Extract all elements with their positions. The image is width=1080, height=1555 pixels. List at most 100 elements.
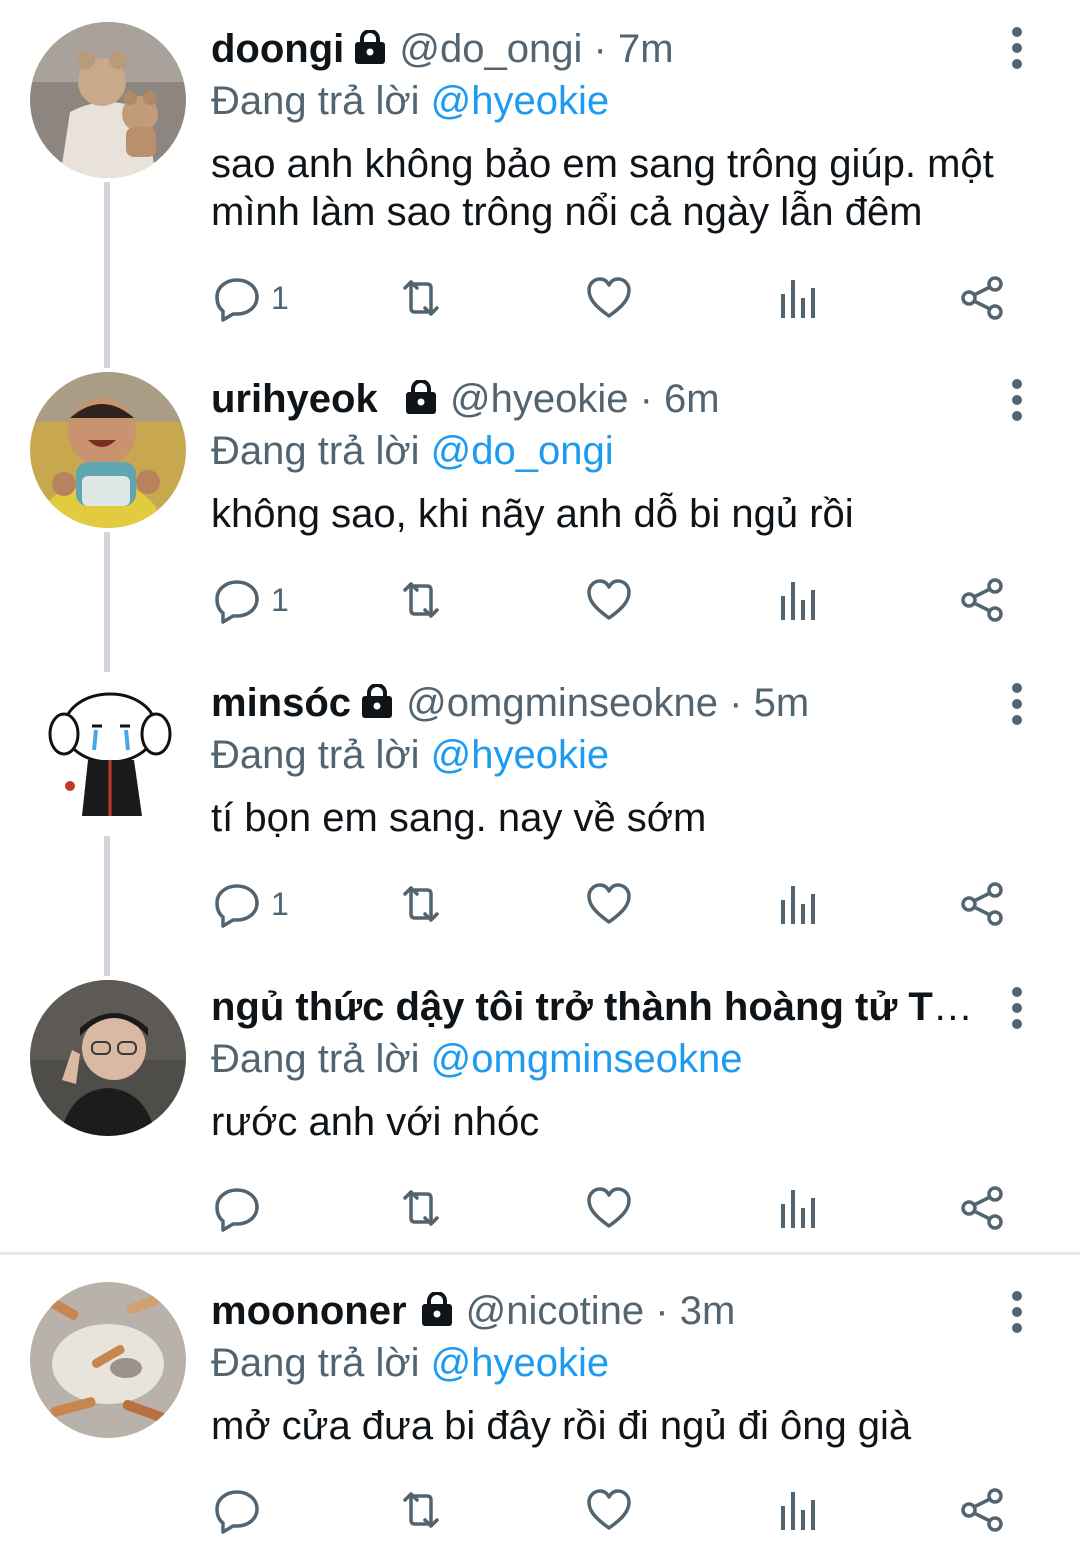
avatar[interactable] bbox=[30, 1282, 186, 1438]
reply-icon bbox=[215, 1188, 259, 1232]
reply-button[interactable]: 1 bbox=[213, 878, 289, 930]
action-bar: 1 bbox=[211, 272, 1011, 324]
reply-button[interactable] bbox=[213, 1182, 271, 1234]
share-icon bbox=[961, 1186, 1003, 1230]
more-button[interactable] bbox=[1002, 1288, 1032, 1336]
replying-to: Đang trả lời @omgminseokne bbox=[211, 1036, 1020, 1082]
views-button[interactable] bbox=[773, 574, 821, 626]
tweet-text: rước anh với nhóc bbox=[211, 1100, 540, 1144]
views-button[interactable] bbox=[773, 878, 821, 930]
display-name[interactable]: moononer bbox=[211, 1289, 407, 1333]
avatar[interactable] bbox=[30, 676, 186, 832]
views-icon bbox=[781, 886, 815, 924]
display-name[interactable]: ngủ thức dậy tôi trở thành hoàng tử T1..… bbox=[211, 985, 981, 1029]
more-icon bbox=[1012, 379, 1022, 421]
reply-button[interactable]: 1 bbox=[213, 272, 289, 324]
views-button[interactable] bbox=[773, 1484, 821, 1536]
more-button[interactable] bbox=[1002, 984, 1032, 1032]
lock-icon bbox=[355, 30, 386, 64]
retweet-icon bbox=[403, 886, 439, 922]
share-button[interactable] bbox=[959, 878, 1007, 930]
replying-prefix: Đang trả lời bbox=[211, 733, 420, 777]
share-icon bbox=[961, 1488, 1003, 1532]
replying-to: Đang trả lời @do_ongi bbox=[211, 428, 1020, 474]
tweet-text: sao anh không bảo em sang trông giúp. mộ… bbox=[211, 142, 994, 234]
timestamp[interactable]: 5m bbox=[754, 681, 810, 725]
views-icon bbox=[781, 1190, 815, 1228]
mention-link[interactable]: @omgminseokne bbox=[431, 1037, 743, 1081]
thread-line bbox=[104, 182, 110, 368]
like-button[interactable] bbox=[585, 1484, 633, 1536]
mention-link[interactable]: @hyeokie bbox=[431, 1341, 609, 1385]
like-button[interactable] bbox=[585, 878, 633, 930]
views-button[interactable] bbox=[773, 1182, 821, 1234]
avatar-image bbox=[30, 22, 186, 178]
handle[interactable]: @omgminseokne bbox=[406, 681, 718, 725]
display-name[interactable]: doongi bbox=[211, 27, 344, 71]
avatar[interactable] bbox=[30, 372, 186, 528]
tweet-header: minsóc @omgminseokne · 5m bbox=[211, 680, 1020, 726]
retweet-button[interactable] bbox=[397, 1484, 445, 1536]
timestamp[interactable]: 7m bbox=[618, 27, 674, 71]
share-button[interactable] bbox=[959, 1484, 1007, 1536]
replying-prefix: Đang trả lời bbox=[211, 1341, 420, 1385]
avatar-image bbox=[30, 1282, 186, 1438]
reply-icon bbox=[215, 1490, 259, 1534]
timestamp[interactable]: 3m bbox=[680, 1289, 736, 1333]
avatar-image bbox=[30, 372, 186, 528]
more-button[interactable] bbox=[1002, 680, 1032, 728]
handle[interactable]: @hyeokie bbox=[450, 377, 628, 421]
reply-icon bbox=[215, 580, 259, 624]
like-button[interactable] bbox=[585, 574, 633, 626]
more-icon bbox=[1012, 27, 1022, 69]
tweet-header: moononer @nicotine · 3m bbox=[211, 1288, 1020, 1334]
replying-prefix: Đang trả lời bbox=[211, 1037, 420, 1081]
separator: · bbox=[729, 681, 743, 725]
separator: · bbox=[639, 377, 653, 421]
replying-prefix: Đang trả lời bbox=[211, 429, 420, 473]
retweet-button[interactable] bbox=[397, 878, 445, 930]
like-icon bbox=[587, 579, 631, 620]
share-button[interactable] bbox=[959, 574, 1007, 626]
mention-link[interactable]: @do_ongi bbox=[431, 429, 614, 473]
like-button[interactable] bbox=[585, 272, 633, 324]
mention-link[interactable]: @hyeokie bbox=[431, 79, 609, 123]
separator: · bbox=[655, 1289, 669, 1333]
lock-icon bbox=[362, 684, 393, 718]
handle[interactable]: @do_ongi bbox=[399, 27, 582, 71]
display-name[interactable]: minsóc bbox=[211, 681, 351, 725]
share-icon bbox=[961, 882, 1003, 926]
retweet-icon bbox=[403, 280, 439, 316]
tweet-header: doongi @do_ongi · 7m bbox=[211, 26, 1020, 72]
views-button[interactable] bbox=[773, 272, 821, 324]
reply-count: 1 bbox=[271, 279, 289, 316]
replying-prefix: Đang trả lời bbox=[211, 79, 420, 123]
action-bar: 1 bbox=[211, 574, 1011, 626]
handle[interactable]: @nicotine bbox=[466, 1289, 644, 1333]
like-button[interactable] bbox=[585, 1182, 633, 1234]
display-name[interactable]: urihyeok bbox=[211, 377, 378, 421]
reply-count: 1 bbox=[271, 885, 289, 922]
more-button[interactable] bbox=[1002, 376, 1032, 424]
mention-link[interactable]: @hyeokie bbox=[431, 733, 609, 777]
retweet-button[interactable] bbox=[397, 574, 445, 626]
retweet-button[interactable] bbox=[397, 1182, 445, 1234]
thread-line bbox=[104, 532, 110, 672]
reply-button[interactable]: 1 bbox=[213, 574, 289, 626]
avatar[interactable] bbox=[30, 22, 186, 178]
avatar[interactable] bbox=[30, 980, 186, 1136]
share-button[interactable] bbox=[959, 272, 1007, 324]
timestamp[interactable]: 6m bbox=[664, 377, 720, 421]
more-button[interactable] bbox=[1002, 24, 1032, 72]
share-button[interactable] bbox=[959, 1182, 1007, 1234]
reply-button[interactable] bbox=[213, 1484, 271, 1536]
reply-icon bbox=[215, 884, 259, 928]
tweet-text: không sao, khi nãy anh dỗ bi ngủ rồi bbox=[211, 492, 854, 536]
views-icon bbox=[781, 280, 815, 318]
like-icon bbox=[587, 1187, 631, 1228]
separator: · bbox=[593, 27, 607, 71]
retweet-button[interactable] bbox=[397, 272, 445, 324]
share-icon bbox=[961, 578, 1003, 622]
like-icon bbox=[587, 883, 631, 924]
tweet-header: ngủ thức dậy tôi trở thành hoàng tử T1..… bbox=[211, 984, 981, 1030]
